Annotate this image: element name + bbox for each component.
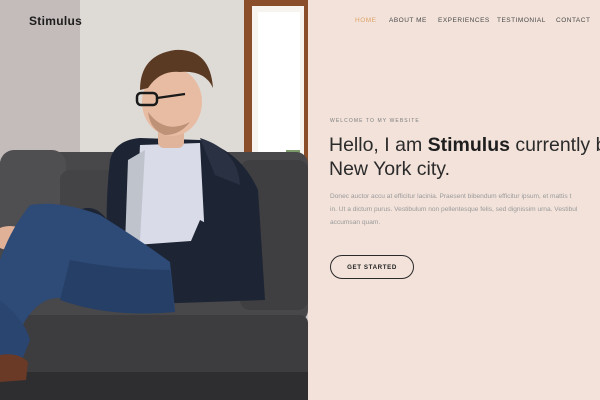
nav-item-about-me[interactable]: ABOUT ME (389, 17, 427, 24)
intro-paragraph: Donec auctor accu at efficitur lacinia. … (330, 190, 600, 229)
headline-prefix: Hello, I am (329, 134, 428, 156)
get-started-button[interactable]: GET STARTED (330, 255, 414, 279)
hero-content: HOME ABOUT ME EXPERIENCES TESTIMONIAL CO… (308, 0, 600, 400)
man-on-sofa-photo (0, 0, 308, 400)
headline-suffix: currently ba (515, 134, 600, 156)
nav-item-experiences[interactable]: EXPERIENCES (438, 17, 490, 24)
headline-name: Stimulus (427, 134, 510, 156)
intro-line-2: in. Ut a dictum purus. Vestibulum non pe… (330, 206, 578, 213)
brand-logo[interactable]: Stimulus (29, 14, 82, 28)
intro-line-1: Donec auctor accu at efficitur lacinia. … (330, 193, 572, 200)
nav-item-contact[interactable]: CONTACT (556, 17, 590, 24)
intro-line-3: accumsan quam. (330, 219, 381, 226)
hero-photo: Stimulus (0, 0, 308, 400)
nav-item-home[interactable]: HOME (355, 17, 377, 24)
nav-item-testimonial[interactable]: TESTIMONIAL (497, 17, 546, 24)
headline-line-2: New York city. (329, 158, 451, 180)
welcome-eyebrow: WELCOME TO MY WEBSITE (330, 118, 420, 124)
hero-headline: Hello, I am Stimulus currently ba New Yo… (329, 133, 600, 181)
main-nav: HOME ABOUT ME EXPERIENCES TESTIMONIAL CO… (308, 17, 600, 29)
